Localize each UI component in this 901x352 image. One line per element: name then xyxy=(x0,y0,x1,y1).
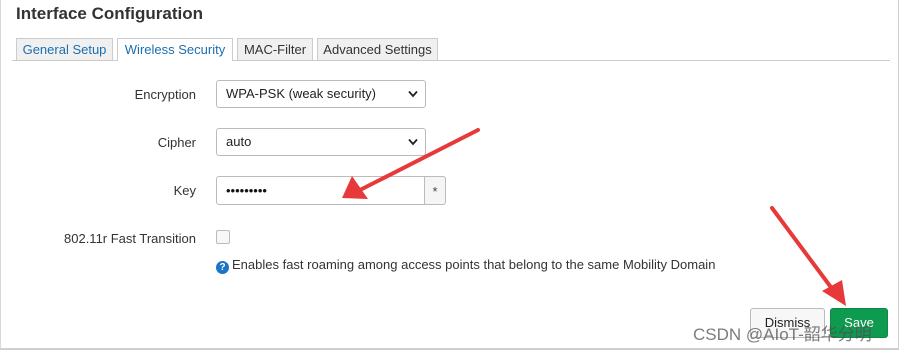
arrow-to-save-icon xyxy=(770,206,846,306)
arrow-to-key-icon xyxy=(342,128,480,199)
annotation-arrows xyxy=(342,128,846,306)
watermark: CSDN @AIoT-韶华分明 xyxy=(693,325,872,344)
